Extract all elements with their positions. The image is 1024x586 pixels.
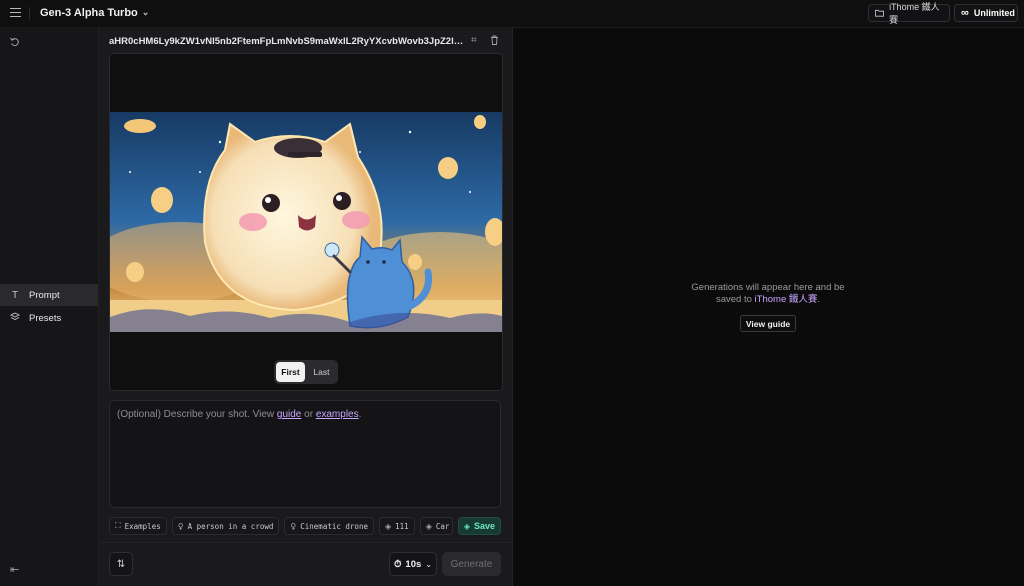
plan-label: Unlimited [973,8,1015,18]
sliders-icon: ⇅ [116,558,126,570]
save-preset-button[interactable]: ◈ Save [457,517,501,535]
folder-icon [875,9,885,17]
empty-state-text: saved to [715,294,755,305]
chevron-down-icon: ⌄ [425,559,432,569]
folder-name: iThome 鐵人賽 [889,2,940,25]
folder-name: iThome 鐵人賽 [754,294,818,305]
chip-label: Car [435,521,450,531]
model-selector[interactable]: Gen-3 Alpha Turbo ⌄ [40,6,150,20]
view-guide-button[interactable]: View guide [740,315,796,332]
plan-button[interactable]: ∞ Unlimited [954,4,1018,22]
sidebar-item-label: Prompt [29,289,60,301]
lightbulb-icon: ♀ [290,521,297,531]
preset-chip[interactable]: ♀ A person in a crowd [171,517,280,535]
prompt-placeholder: (Optional) Describe your shot. View [117,409,277,420]
layers-icon: ◈ [384,521,392,531]
top-bar: Gen-3 Alpha Turbo ⌄ iThome 鐵人賽 ∞ Unlimit… [0,0,1024,28]
layers-plus-icon: ◈ [463,521,470,531]
scan-icon: ⛶ [115,521,121,530]
chevron-down-icon: ⌄ [141,6,150,17]
duration-selector[interactable]: ⏱ 10s ⌄ [389,552,437,576]
examples-link[interactable]: examples [316,409,359,420]
sidebar-item-presets[interactable]: Presets [0,307,98,329]
layers-icon [9,311,21,325]
preset-chip[interactable]: ◈ Car [419,517,453,535]
sidebar-item-prompt[interactable]: T Prompt [0,284,98,306]
input-image [110,112,502,332]
generations-panel: Generations will appear here and be save… [513,27,1024,586]
prompt-input[interactable]: (Optional) Describe your shot. View guid… [109,400,501,508]
chip-label: A person in a crowd [187,521,274,531]
empty-state-message: Generations will appear here and be save… [673,282,863,306]
lightbulb-icon: ♀ [177,521,184,531]
prompt-end-text: . [358,409,362,420]
editor-panel: aHR0cHM6Ly9kZW1vNl5nb2FtemFpLmNvbS9maWxl… [99,27,513,586]
text-t-icon: T [11,289,19,301]
last-frame-tab[interactable]: Last [307,362,336,382]
empty-state-line: Generations will appear here and be [691,282,845,293]
save-label: Save [473,521,495,531]
image-viewer: First Last [109,53,503,391]
sidebar-item-label: Presets [29,312,62,324]
examples-chip[interactable]: ⛶ Examples [109,517,167,535]
prompt-chips: ⛶ Examples ♀ A person in a crowd ♀ Cinem… [109,517,501,535]
crop-icon[interactable]: ⌗ [471,35,477,46]
layers-icon: ◈ [425,521,432,531]
sidebar: T Prompt Presets ⇤ [0,27,99,586]
preset-chip[interactable]: ◈ 111 [378,517,415,535]
image-filename: aHR0cHM6Ly9kZW1vNl5nb2FtemFpLmNvbS9maWxl… [109,36,469,47]
frame-toggle: First Last [274,360,338,384]
menu-icon[interactable] [10,8,21,18]
guide-link[interactable]: guide [277,409,301,420]
generate-button[interactable]: Generate [442,552,501,576]
undo-icon[interactable] [10,37,20,50]
chip-label: Examples [124,521,161,531]
folder-button[interactable]: iThome 鐵人賽 [868,2,950,25]
chip-label: Cinematic drone [300,521,368,531]
timer-icon: ⏱ [394,558,402,570]
prompt-or-text: or [301,409,316,420]
model-name: Gen-3 Alpha Turbo [40,7,138,19]
divider [99,542,512,543]
settings-button[interactable]: ⇅ [109,552,133,576]
chip-label: 111 [395,521,409,531]
collapse-sidebar-icon[interactable]: ⇤ [10,563,19,576]
duration-value: 10s [405,558,422,570]
infinity-icon: ∞ [961,7,969,19]
preset-chip[interactable]: ♀ Cinematic drone [284,517,374,535]
empty-state-text: . [817,294,821,305]
first-frame-tab[interactable]: First [276,362,305,382]
trash-icon[interactable] [490,35,499,48]
divider [29,7,30,20]
